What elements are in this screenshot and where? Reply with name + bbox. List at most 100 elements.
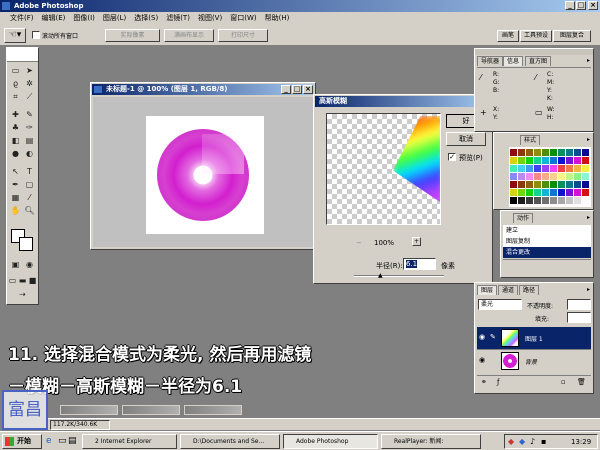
color-swatch[interactable] bbox=[558, 157, 565, 164]
history-brush-icon[interactable]: ✑ bbox=[24, 123, 35, 133]
doc-maximize-button[interactable]: □ bbox=[292, 85, 302, 94]
color-swatch[interactable] bbox=[542, 149, 549, 156]
layer-style-icon[interactable]: ƒ bbox=[497, 378, 499, 386]
healing-tool-icon[interactable]: ✚ bbox=[10, 110, 21, 120]
color-swatch[interactable] bbox=[582, 173, 589, 180]
tab-brushes[interactable]: 画笔 bbox=[497, 30, 519, 42]
color-swatch[interactable] bbox=[550, 189, 557, 196]
color-swatch[interactable] bbox=[558, 189, 565, 196]
color-swatch[interactable] bbox=[550, 197, 557, 204]
cancel-button[interactable]: 取消 bbox=[446, 132, 486, 146]
move-tool-icon[interactable]: ➤ bbox=[24, 66, 35, 76]
menu-layer[interactable]: 图层(L) bbox=[99, 12, 130, 24]
menu-window[interactable]: 窗口(W) bbox=[226, 12, 260, 24]
swatches-menu-icon[interactable]: ▸ bbox=[587, 136, 590, 143]
layers-menu-icon[interactable]: ▸ bbox=[587, 286, 590, 293]
actual-pixels-button[interactable]: 实际像素 bbox=[105, 29, 160, 42]
marquee-tool-icon[interactable]: ▭ bbox=[10, 66, 21, 76]
radius-slider-track[interactable] bbox=[354, 275, 444, 277]
color-swatch[interactable] bbox=[526, 189, 533, 196]
slice-tool-icon[interactable]: ⟋ bbox=[24, 92, 35, 102]
tray-icon-2[interactable]: ◆ bbox=[519, 437, 525, 446]
quicklaunch-desktop-icon[interactable]: ▭ bbox=[58, 436, 67, 446]
tray-volume-icon[interactable]: ♪ bbox=[530, 437, 535, 446]
tray-network-icon[interactable]: ▪ bbox=[541, 437, 546, 446]
eyedropper-tool-icon[interactable]: ⁄ bbox=[24, 193, 35, 203]
tab-channels[interactable]: 通道 bbox=[498, 285, 519, 295]
tab-tool-presets[interactable]: 工具预设 bbox=[520, 30, 552, 42]
lasso-tool-icon[interactable]: ϱ bbox=[10, 79, 21, 89]
menu-edit[interactable]: 编辑(E) bbox=[38, 12, 70, 24]
color-swatch[interactable] bbox=[582, 149, 589, 156]
close-button[interactable]: × bbox=[588, 1, 598, 10]
history-item-0[interactable]: 建立 bbox=[503, 225, 591, 236]
maximize-button[interactable]: □ bbox=[576, 1, 586, 10]
pen-tool-icon[interactable]: ✒ bbox=[10, 180, 21, 190]
layer-link-icon[interactable]: ✎ bbox=[490, 333, 496, 341]
zoom-tool-icon[interactable]: 🔍︎ bbox=[24, 206, 35, 216]
color-swatch[interactable] bbox=[542, 157, 549, 164]
color-swatch[interactable] bbox=[582, 181, 589, 188]
layer-row-background[interactable]: ◉ 背景 bbox=[477, 349, 591, 371]
fit-screen-button[interactable]: 满画布显示 bbox=[164, 29, 214, 42]
color-swatch[interactable] bbox=[542, 197, 549, 204]
notes-tool-icon[interactable]: ▦ bbox=[10, 193, 21, 203]
screen-mode-standard-icon[interactable]: ▭ bbox=[8, 276, 17, 286]
color-swatch[interactable] bbox=[558, 149, 565, 156]
color-swatch[interactable] bbox=[510, 189, 517, 196]
stamp-tool-icon[interactable]: ♣ bbox=[10, 123, 21, 133]
color-swatch[interactable] bbox=[542, 181, 549, 188]
color-swatch[interactable] bbox=[550, 149, 557, 156]
menu-image[interactable]: 图像(I) bbox=[69, 12, 99, 24]
color-swatch[interactable] bbox=[558, 181, 565, 188]
type-tool-icon[interactable]: T bbox=[24, 167, 35, 177]
tray-icon-1[interactable]: ◆ bbox=[508, 437, 514, 446]
minimize-button[interactable]: _ bbox=[565, 1, 575, 10]
color-swatch[interactable] bbox=[534, 149, 541, 156]
quicklaunch-explorer-icon[interactable]: ▤ bbox=[68, 436, 77, 446]
color-swatch[interactable] bbox=[518, 189, 525, 196]
taskbar-item-explorer[interactable]: D:\Documents and Se... bbox=[180, 434, 280, 449]
panel-menu-icon[interactable]: ▸ bbox=[587, 57, 590, 64]
color-swatch[interactable] bbox=[534, 189, 541, 196]
color-swatch[interactable] bbox=[558, 197, 565, 204]
minimized-doc-1[interactable] bbox=[60, 405, 118, 415]
color-swatch[interactable] bbox=[582, 157, 589, 164]
menu-select[interactable]: 选择(S) bbox=[130, 12, 162, 24]
color-swatch[interactable] bbox=[582, 165, 589, 172]
color-swatch[interactable] bbox=[566, 165, 573, 172]
background-color-swatch[interactable] bbox=[19, 237, 33, 251]
start-button[interactable]: 开始 bbox=[2, 434, 42, 449]
blur-preview[interactable] bbox=[326, 113, 441, 225]
color-swatch[interactable] bbox=[510, 197, 517, 204]
color-swatch[interactable] bbox=[566, 189, 573, 196]
color-swatch[interactable] bbox=[510, 149, 517, 156]
blend-mode-select[interactable]: 柔光 bbox=[478, 299, 522, 310]
tab-info[interactable]: 信息 bbox=[503, 56, 524, 66]
hand-tool-icon[interactable]: ✋ bbox=[10, 206, 21, 216]
opacity-input[interactable] bbox=[567, 299, 591, 310]
tab-paths[interactable]: 路径 bbox=[519, 285, 540, 295]
color-swatch[interactable] bbox=[558, 165, 565, 172]
new-layer-icon[interactable]: ▫ bbox=[561, 378, 566, 386]
visibility-eye-icon[interactable]: ◉ bbox=[479, 356, 485, 364]
quickmask-off-icon[interactable]: ▣ bbox=[10, 260, 21, 270]
color-swatch[interactable] bbox=[550, 165, 557, 172]
color-swatch[interactable] bbox=[534, 181, 541, 188]
magic-wand-tool-icon[interactable]: ✲ bbox=[24, 79, 35, 89]
color-swatch[interactable] bbox=[526, 149, 533, 156]
color-swatch[interactable] bbox=[534, 197, 541, 204]
color-swatch[interactable] bbox=[518, 181, 525, 188]
tab-navigator[interactable]: 导航器 bbox=[477, 56, 504, 66]
color-swatch[interactable] bbox=[550, 157, 557, 164]
color-swatch[interactable] bbox=[574, 189, 581, 196]
color-swatch[interactable] bbox=[574, 197, 581, 204]
color-swatch[interactable] bbox=[582, 189, 589, 196]
color-swatch[interactable] bbox=[518, 197, 525, 204]
quicklaunch-ie-icon[interactable]: e bbox=[46, 436, 52, 446]
color-swatch[interactable] bbox=[510, 181, 517, 188]
color-swatch[interactable] bbox=[574, 181, 581, 188]
doc-minimize-button[interactable]: _ bbox=[281, 85, 291, 94]
dodge-tool-icon[interactable]: ◐ bbox=[24, 149, 35, 159]
color-swatch[interactable] bbox=[574, 157, 581, 164]
